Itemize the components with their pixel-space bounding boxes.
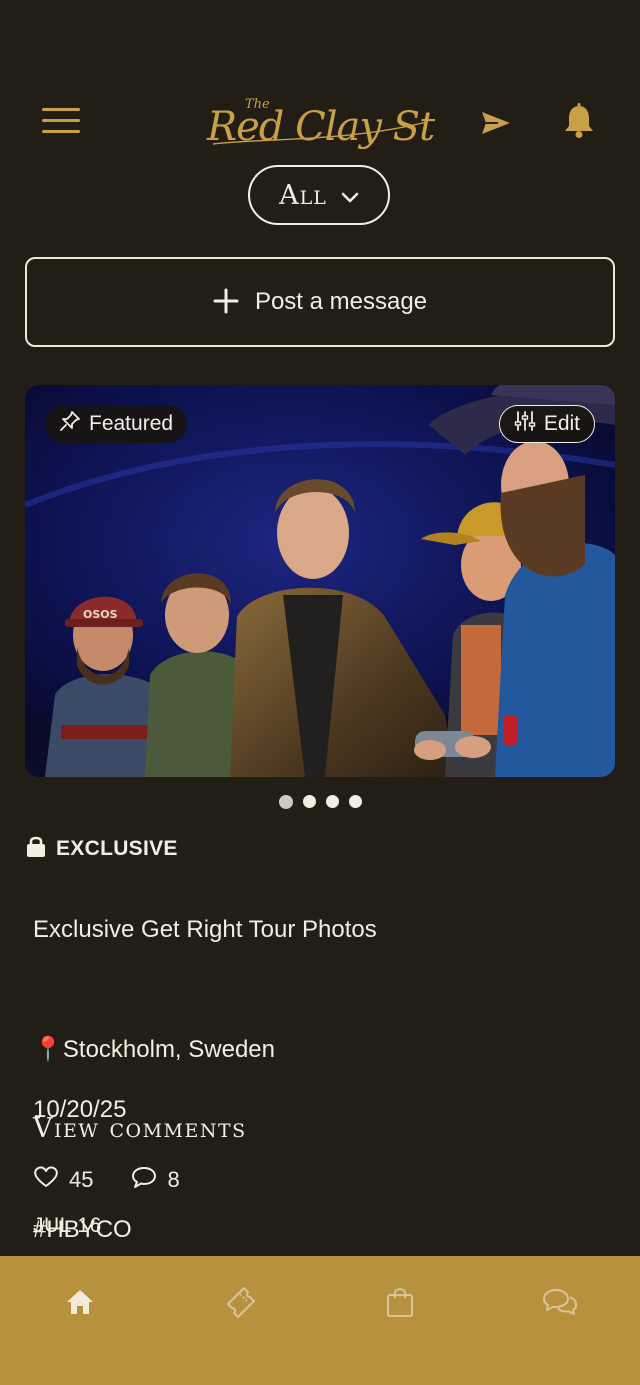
bottom-navigation <box>0 1256 640 1385</box>
post-message-button[interactable]: Post a message <box>25 257 615 347</box>
carousel-dot-2[interactable] <box>303 795 316 808</box>
view-comments-link[interactable]: View comments <box>33 1113 247 1144</box>
bell-icon[interactable] <box>562 103 596 139</box>
carousel-dot-4[interactable] <box>349 795 362 808</box>
sliders-icon <box>514 410 536 438</box>
svg-text:OSOS: OSOS <box>83 608 118 621</box>
shopping-bag-icon[interactable] <box>380 1282 420 1322</box>
band-logo: The Red Clay Strays <box>205 92 518 154</box>
post-stats: 45 8 <box>33 1165 180 1195</box>
filter-label: All <box>279 179 327 211</box>
hamburger-menu-icon[interactable] <box>42 108 80 138</box>
comment-count: 8 <box>167 1167 180 1192</box>
carousel-dot-1[interactable] <box>279 794 293 809</box>
lock-icon <box>26 834 46 864</box>
post-message-label: Post a message <box>254 288 428 315</box>
pin-icon <box>59 410 81 438</box>
edit-label: Edit <box>543 412 580 435</box>
home-icon[interactable] <box>60 1282 100 1322</box>
post-photo-carousel[interactable]: OSOS Featured Edit <box>25 385 615 777</box>
heart-icon[interactable] <box>33 1165 59 1195</box>
feed-filter-dropdown[interactable]: All <box>248 165 390 225</box>
comment-icon[interactable] <box>131 1165 157 1195</box>
ticket-icon[interactable] <box>220 1282 260 1322</box>
chat-bubbles-icon[interactable] <box>540 1282 580 1322</box>
send-icon[interactable] <box>480 108 512 138</box>
post-date: JUL 16 <box>33 1214 102 1237</box>
like-count: 45 <box>69 1167 94 1192</box>
post-title: Exclusive Get Right Tour Photos <box>33 916 377 943</box>
plus-icon <box>213 284 239 320</box>
featured-badge: Featured <box>45 405 188 443</box>
post-location: 📍Stockholm, Sweden <box>33 1036 275 1063</box>
location-pin-icon: 📍 <box>33 1036 63 1063</box>
featured-label: Featured <box>89 412 174 435</box>
edit-button[interactable]: Edit <box>498 405 595 443</box>
exclusive-label: EXCLUSIVE <box>56 837 178 860</box>
carousel-indicator[interactable] <box>279 794 362 809</box>
carousel-dot-3[interactable] <box>326 795 339 808</box>
chevron-down-icon <box>341 180 359 211</box>
exclusive-badge: EXCLUSIVE <box>26 834 178 864</box>
band-photo: OSOS <box>25 385 615 777</box>
